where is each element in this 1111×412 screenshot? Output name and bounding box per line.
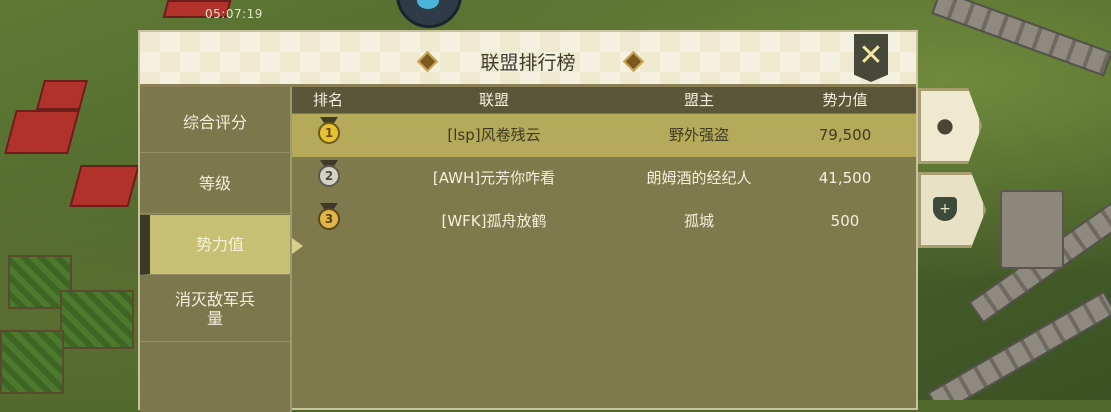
house-roof [35, 80, 89, 110]
leaderboard-table: 排名 联盟 盟主 势力值 1 [lsp]风卷残云 野外强盗 79,500 2 [… [292, 87, 916, 412]
farm-field [60, 290, 134, 349]
alliance-name: [lsp]风卷残云 [447, 126, 541, 144]
table-row[interactable]: 1 [lsp]风卷残云 野外强盗 79,500 [292, 114, 916, 157]
header-alliance: 联盟 [478, 91, 509, 109]
alliance-leader: 野外强盗 [668, 126, 729, 144]
alliance-shield-icon: + [933, 197, 957, 221]
profile-icon: ● [936, 113, 954, 137]
silver-medal-icon: 2 [318, 165, 340, 187]
alliance-name: [WFK]孤舟放鹤 [441, 212, 547, 230]
bronze-medal-icon: 3 [318, 208, 340, 230]
alliance-leaderboard-dialog: 联盟排行榜 ✕ 综合评分 等级 势力值 消灭敌军兵量 排名 联盟 盟主 势力值 … [138, 30, 918, 412]
hero-portrait[interactable] [396, 0, 462, 28]
castle-wall [927, 290, 1111, 400]
gold-medal-icon: 1 [318, 122, 340, 144]
farm-field [0, 330, 64, 394]
header-rank: 排名 [312, 91, 343, 109]
close-button[interactable]: ✕ [854, 34, 888, 82]
dialog-title-bar: 联盟排行榜 ✕ [140, 32, 916, 87]
countdown-timer: 05:07:19 [205, 7, 263, 21]
tab-enemy-troops-killed[interactable]: 消灭敌军兵量 [140, 276, 290, 342]
table-row[interactable]: 3 [WFK]孤舟放鹤 孤城 500 [292, 200, 916, 243]
header-leader: 盟主 [683, 91, 714, 109]
alliance-name: [AWH]元芳你咋看 [432, 169, 556, 187]
ranking-category-tabs: 综合评分 等级 势力值 消灭敌军兵量 [140, 87, 292, 412]
tab-overall-score[interactable]: 综合评分 [140, 93, 290, 153]
castle-wall [931, 0, 1111, 77]
alliance-leader: 孤城 [683, 212, 714, 230]
tab-power[interactable]: 势力值 [140, 215, 290, 275]
alliance-power: 79,500 [818, 126, 872, 144]
header-power: 势力值 [822, 91, 868, 109]
table-row[interactable]: 2 [AWH]元芳你咋看 朗姆酒的经纪人 41,500 [292, 157, 916, 200]
alliance-leader: 朗姆酒的经纪人 [646, 169, 752, 187]
tab-level[interactable]: 等级 [140, 154, 290, 214]
dialog-title: 联盟排行榜 [480, 52, 576, 74]
house-roof [69, 165, 140, 207]
house-roof [4, 110, 80, 154]
table-header: 排名 联盟 盟主 势力值 [292, 87, 916, 113]
alliance-power: 41,500 [818, 169, 872, 187]
close-icon: ✕ [858, 38, 884, 73]
castle-tower [1000, 190, 1064, 269]
alliance-power: 500 [830, 212, 860, 230]
